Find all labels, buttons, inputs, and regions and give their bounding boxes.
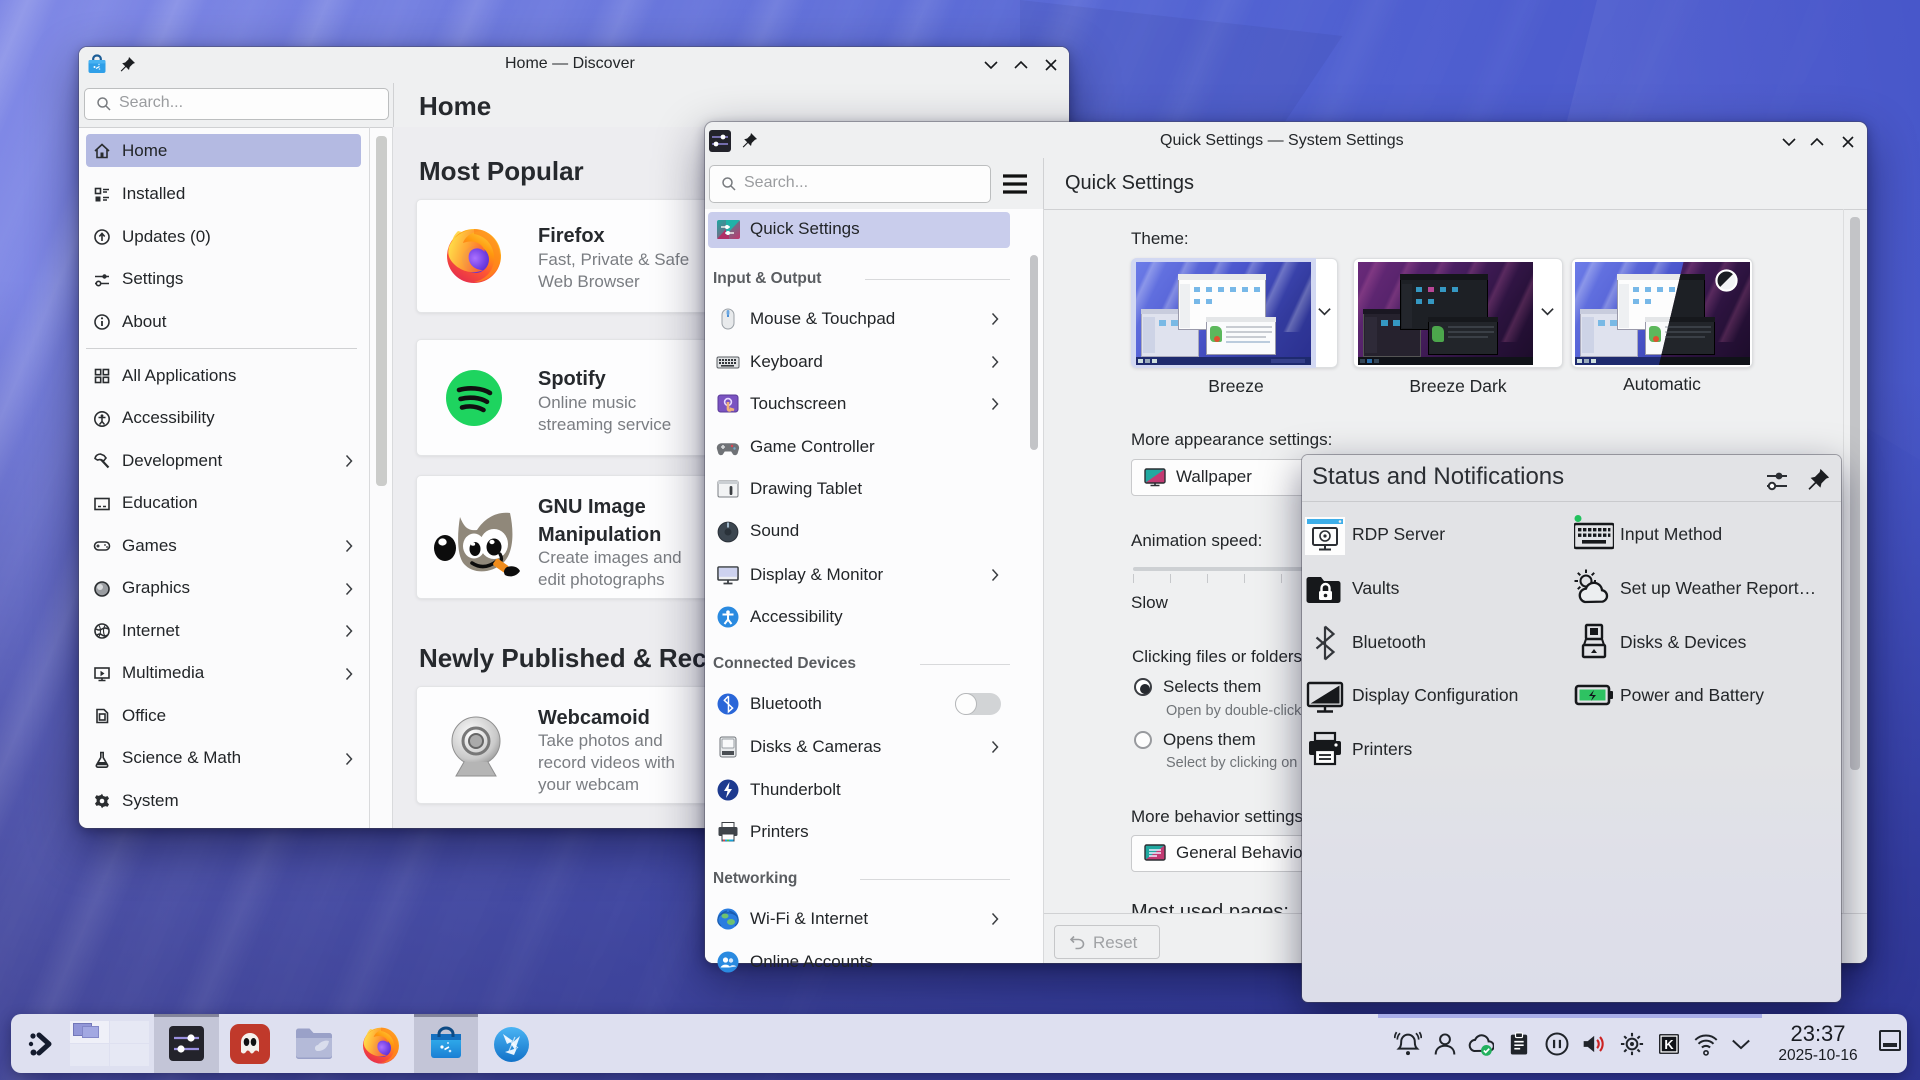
svg-text:K: K — [1664, 1037, 1674, 1052]
